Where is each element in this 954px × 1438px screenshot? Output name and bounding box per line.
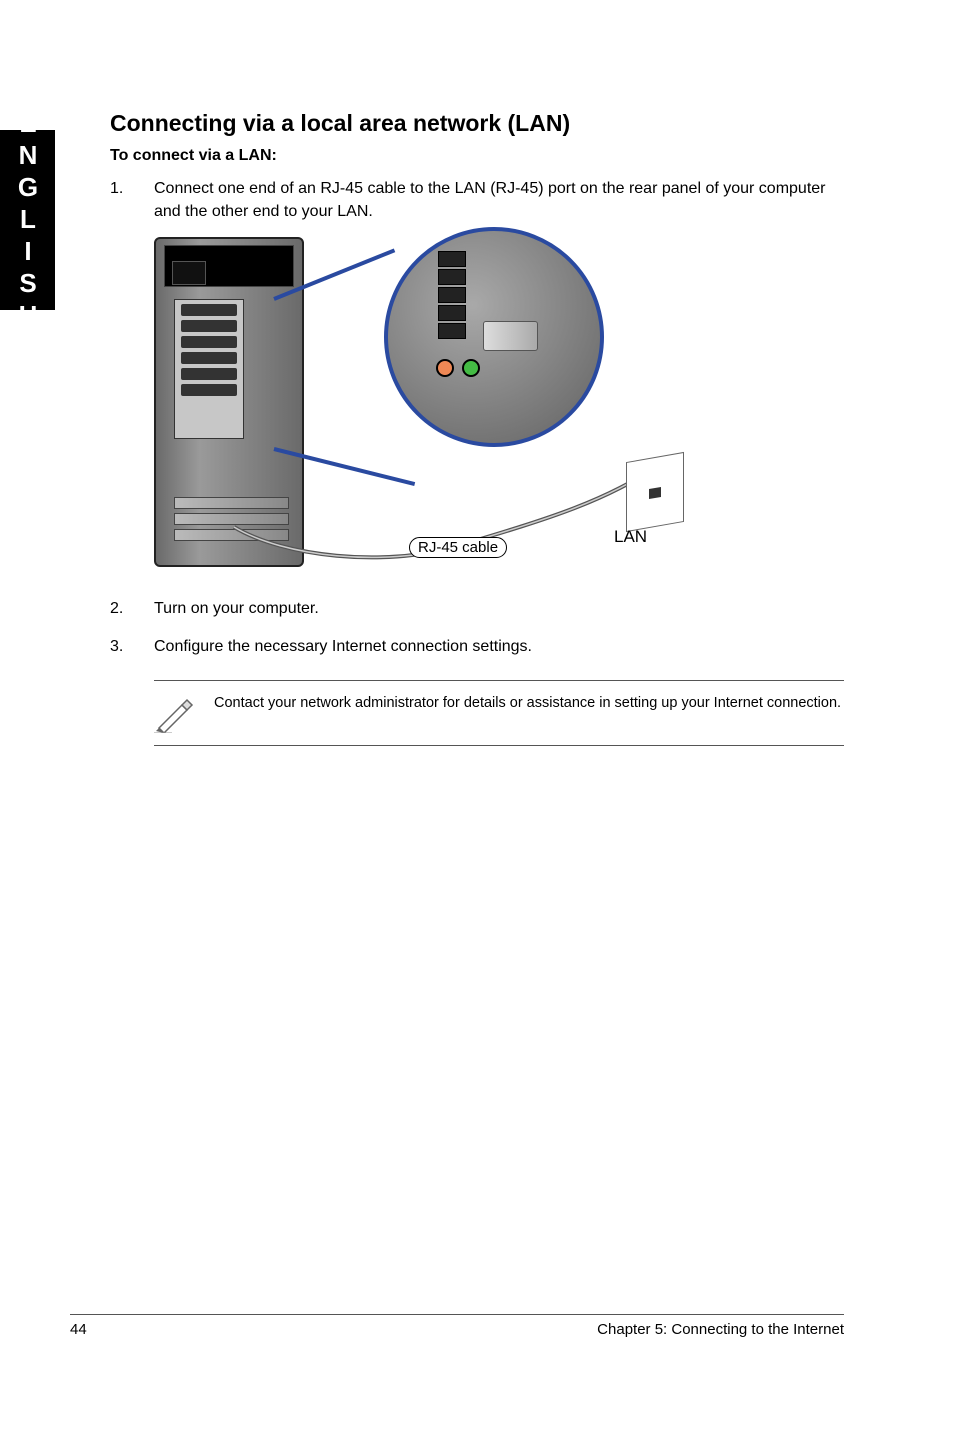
step-item: 3. Configure the necessary Internet conn… [110,635,844,658]
chapter-label: Chapter 5: Connecting to the Internet [597,1321,844,1338]
section-heading: Connecting via a local area network (LAN… [110,110,844,137]
page-content: Connecting via a local area network (LAN… [110,110,844,746]
rj45-plug-icon [483,321,538,351]
step-item: 1. Connect one end of an RJ-45 cable to … [110,177,844,223]
step-text: Turn on your computer. [154,597,319,620]
step-number: 1. [110,177,154,223]
psu-icon [172,261,206,285]
step-text: Connect one end of an RJ-45 cable to the… [154,177,844,223]
page-number: 44 [70,1321,87,1338]
cable-label: RJ-45 cable [409,537,507,558]
step-item: 2. Turn on your computer. [110,597,844,620]
steps-list: 1. Connect one end of an RJ-45 cable to … [110,177,844,223]
language-tab-label: ENGLISH [12,108,43,332]
pencil-note-icon [154,693,194,733]
steps-list-continued: 2. Turn on your computer. 3. Configure t… [110,597,844,657]
step-text: Configure the necessary Internet connect… [154,635,532,658]
note-callout: Contact your network administrator for d… [154,680,844,746]
lan-label: LAN [614,527,647,547]
lan-wall-socket [626,452,684,532]
note-text: Contact your network administrator for d… [214,693,841,713]
language-tab: ENGLISH [0,130,55,310]
page-footer: 44 Chapter 5: Connecting to the Internet [70,1314,844,1338]
step-number: 2. [110,597,154,620]
lan-connection-figure: RJ-45 cable LAN [154,237,694,567]
section-subheading: To connect via a LAN: [110,147,844,165]
step-number: 3. [110,635,154,658]
